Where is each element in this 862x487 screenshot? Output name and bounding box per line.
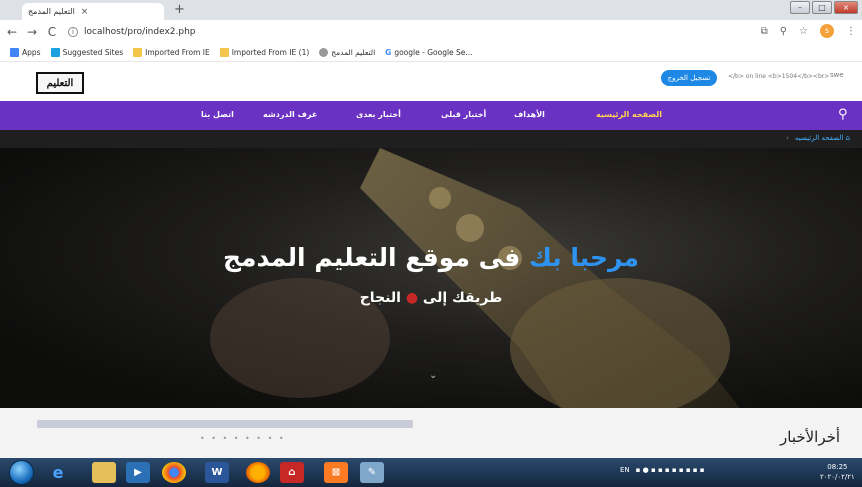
minimize-button[interactable]: –	[790, 1, 810, 14]
language-indicator[interactable]: EN	[620, 466, 630, 474]
breadcrumb: ⌂ الصفحه الرئيسيه ›	[786, 134, 850, 142]
site-icon	[319, 48, 329, 57]
apps-grid-icon	[10, 48, 19, 57]
star-icon[interactable]: ☆	[799, 26, 808, 37]
news-title: أخرالأخبار	[780, 428, 841, 446]
search-icon[interactable]: ⚲	[838, 107, 848, 122]
bookmark-suggested-sites[interactable]: Suggested Sites	[50, 48, 123, 57]
address-text: localhost/pro/index2.php	[84, 27, 196, 37]
back-arrow-icon[interactable]: ←	[4, 25, 20, 39]
header-debug-text: </b> on line <b>1504</b><br>	[728, 73, 830, 80]
bookmarks-bar: Apps Suggested Sites Imported From IE Im…	[0, 44, 862, 62]
bookmark-site[interactable]: التعليم المدمج	[319, 48, 375, 57]
chevron-icon: ›	[785, 134, 789, 142]
taskbar-clock[interactable]: 08:25 ٢٠٢٠/٠٢/٢١	[820, 462, 855, 482]
chrome-icon[interactable]	[162, 462, 186, 483]
home-icon: ⌂	[843, 134, 850, 142]
nav-home[interactable]: الصفحه الرئيسيه	[596, 110, 662, 119]
hero-subtitle: طريقك إلى ● النجاح	[0, 290, 862, 306]
clock-date: ٢٠٢٠/٠٢/٢١	[820, 473, 855, 481]
saxophone-image	[210, 148, 740, 408]
browser-tab[interactable]: × التعليم المدمج	[22, 3, 164, 20]
broken-image: swe	[830, 71, 844, 79]
news-ticker[interactable]	[37, 420, 413, 428]
zoom-icon[interactable]: ⚲	[780, 26, 787, 37]
forward-arrow-icon[interactable]: →	[24, 25, 40, 39]
reload-icon[interactable]: C	[44, 25, 60, 39]
hero-title-accent: مرحبا بك	[529, 243, 640, 272]
bookmark-google[interactable]: G google - Google Se...	[385, 48, 472, 57]
address-bar[interactable]: i localhost/pro/index2.php	[68, 23, 608, 41]
nav-chat-rooms[interactable]: غرف الدردشه	[263, 110, 317, 119]
bing-icon	[50, 48, 60, 57]
nav-posttest[interactable]: أختبار بعدى	[356, 110, 401, 119]
main-navbar: الصفحه الرئيسيه الأهداف أختبار قبلى أختب…	[0, 101, 862, 130]
acrobat-icon[interactable]: ⌂	[280, 462, 304, 483]
browser-tabstrip: × التعليم المدمج + – □ ×	[0, 0, 862, 20]
browser-toolbar: ← → C i localhost/pro/index2.php ⧉ ⚲ ☆ s…	[0, 20, 862, 44]
maximize-button[interactable]: □	[812, 1, 832, 14]
firefox-icon[interactable]	[246, 462, 270, 483]
ie-icon[interactable]: e	[46, 462, 70, 483]
site-logo[interactable]: التعليم	[36, 72, 84, 94]
tray-icons[interactable]: ▪ ● ▪ ▪ ▪ ▪ ▪ ▪ ▪ ▪	[636, 466, 705, 474]
profile-avatar[interactable]: s	[820, 24, 834, 38]
folder-icon	[133, 48, 143, 57]
translate-icon[interactable]: ⧉	[761, 26, 768, 37]
bookmark-imported-ie-1[interactable]: Imported From IE (1)	[219, 48, 309, 57]
news-section: • • • • • • • • أخرالأخبار	[0, 408, 862, 458]
hero-title: مرحبا بك فى موقع التعليم المدمج	[0, 243, 862, 272]
close-window-button[interactable]: ×	[834, 1, 858, 14]
screen: × التعليم المدمج + – □ × ← → C i localho…	[0, 0, 862, 487]
nav-goals[interactable]: الأهداف	[514, 110, 545, 119]
breadcrumb-bar: ⌂ الصفحه الرئيسيه ›	[0, 130, 862, 148]
media-player-icon[interactable]: ▶	[126, 462, 150, 483]
hero-subtitle-b: النجاح	[359, 290, 401, 306]
new-tab-button[interactable]: +	[172, 3, 187, 17]
breadcrumb-home[interactable]: الصفحه الرئيسيه	[795, 134, 843, 142]
scroll-down-icon[interactable]: ⌄	[429, 370, 437, 381]
explorer-icon[interactable]	[92, 462, 116, 483]
nav-contact[interactable]: اتصل بنا	[201, 110, 234, 119]
xampp-icon[interactable]: ⊠	[324, 462, 348, 483]
windows-taskbar: e ▶ W ⌂ ⊠ ✎ EN ▪ ● ▪ ▪ ▪ ▪ ▪ ▪ ▪ ▪ 08:25…	[0, 458, 862, 487]
hero-banner: مرحبا بك فى موقع التعليم المدمج طريقك إل…	[0, 148, 862, 408]
tab-close-icon[interactable]: ×	[81, 7, 89, 17]
word-icon[interactable]: W	[205, 462, 229, 483]
start-button[interactable]	[9, 460, 34, 485]
info-icon: i	[68, 27, 78, 37]
paint-icon[interactable]: ✎	[360, 462, 384, 483]
menu-icon[interactable]: ⋮	[846, 26, 856, 37]
system-tray: EN ▪ ● ▪ ▪ ▪ ▪ ▪ ▪ ▪ ▪	[620, 466, 705, 474]
bookmark-imported-ie[interactable]: Imported From IE	[133, 48, 210, 57]
nav-pretest[interactable]: أختبار قبلى	[441, 110, 486, 119]
logout-button[interactable]: تسجيل الخروج	[661, 70, 717, 86]
tab-title: التعليم المدمج	[28, 7, 75, 16]
site-header: التعليم تسجيل الخروج </b> on line <b>150…	[0, 62, 862, 101]
folder-icon	[219, 48, 229, 57]
hero-subtitle-a: طريقك إلى	[422, 290, 503, 306]
clock-time: 08:25	[827, 463, 848, 471]
toolbar-right: ⧉ ⚲ ☆ s ⋮	[761, 24, 856, 38]
news-pagination[interactable]: • • • • • • • •	[200, 434, 286, 443]
bookmark-apps[interactable]: Apps	[10, 48, 41, 57]
hero-subtitle-dot: ●	[405, 290, 419, 306]
google-icon: G	[385, 48, 392, 57]
hero-title-rest: فى موقع التعليم المدمج	[222, 243, 521, 272]
